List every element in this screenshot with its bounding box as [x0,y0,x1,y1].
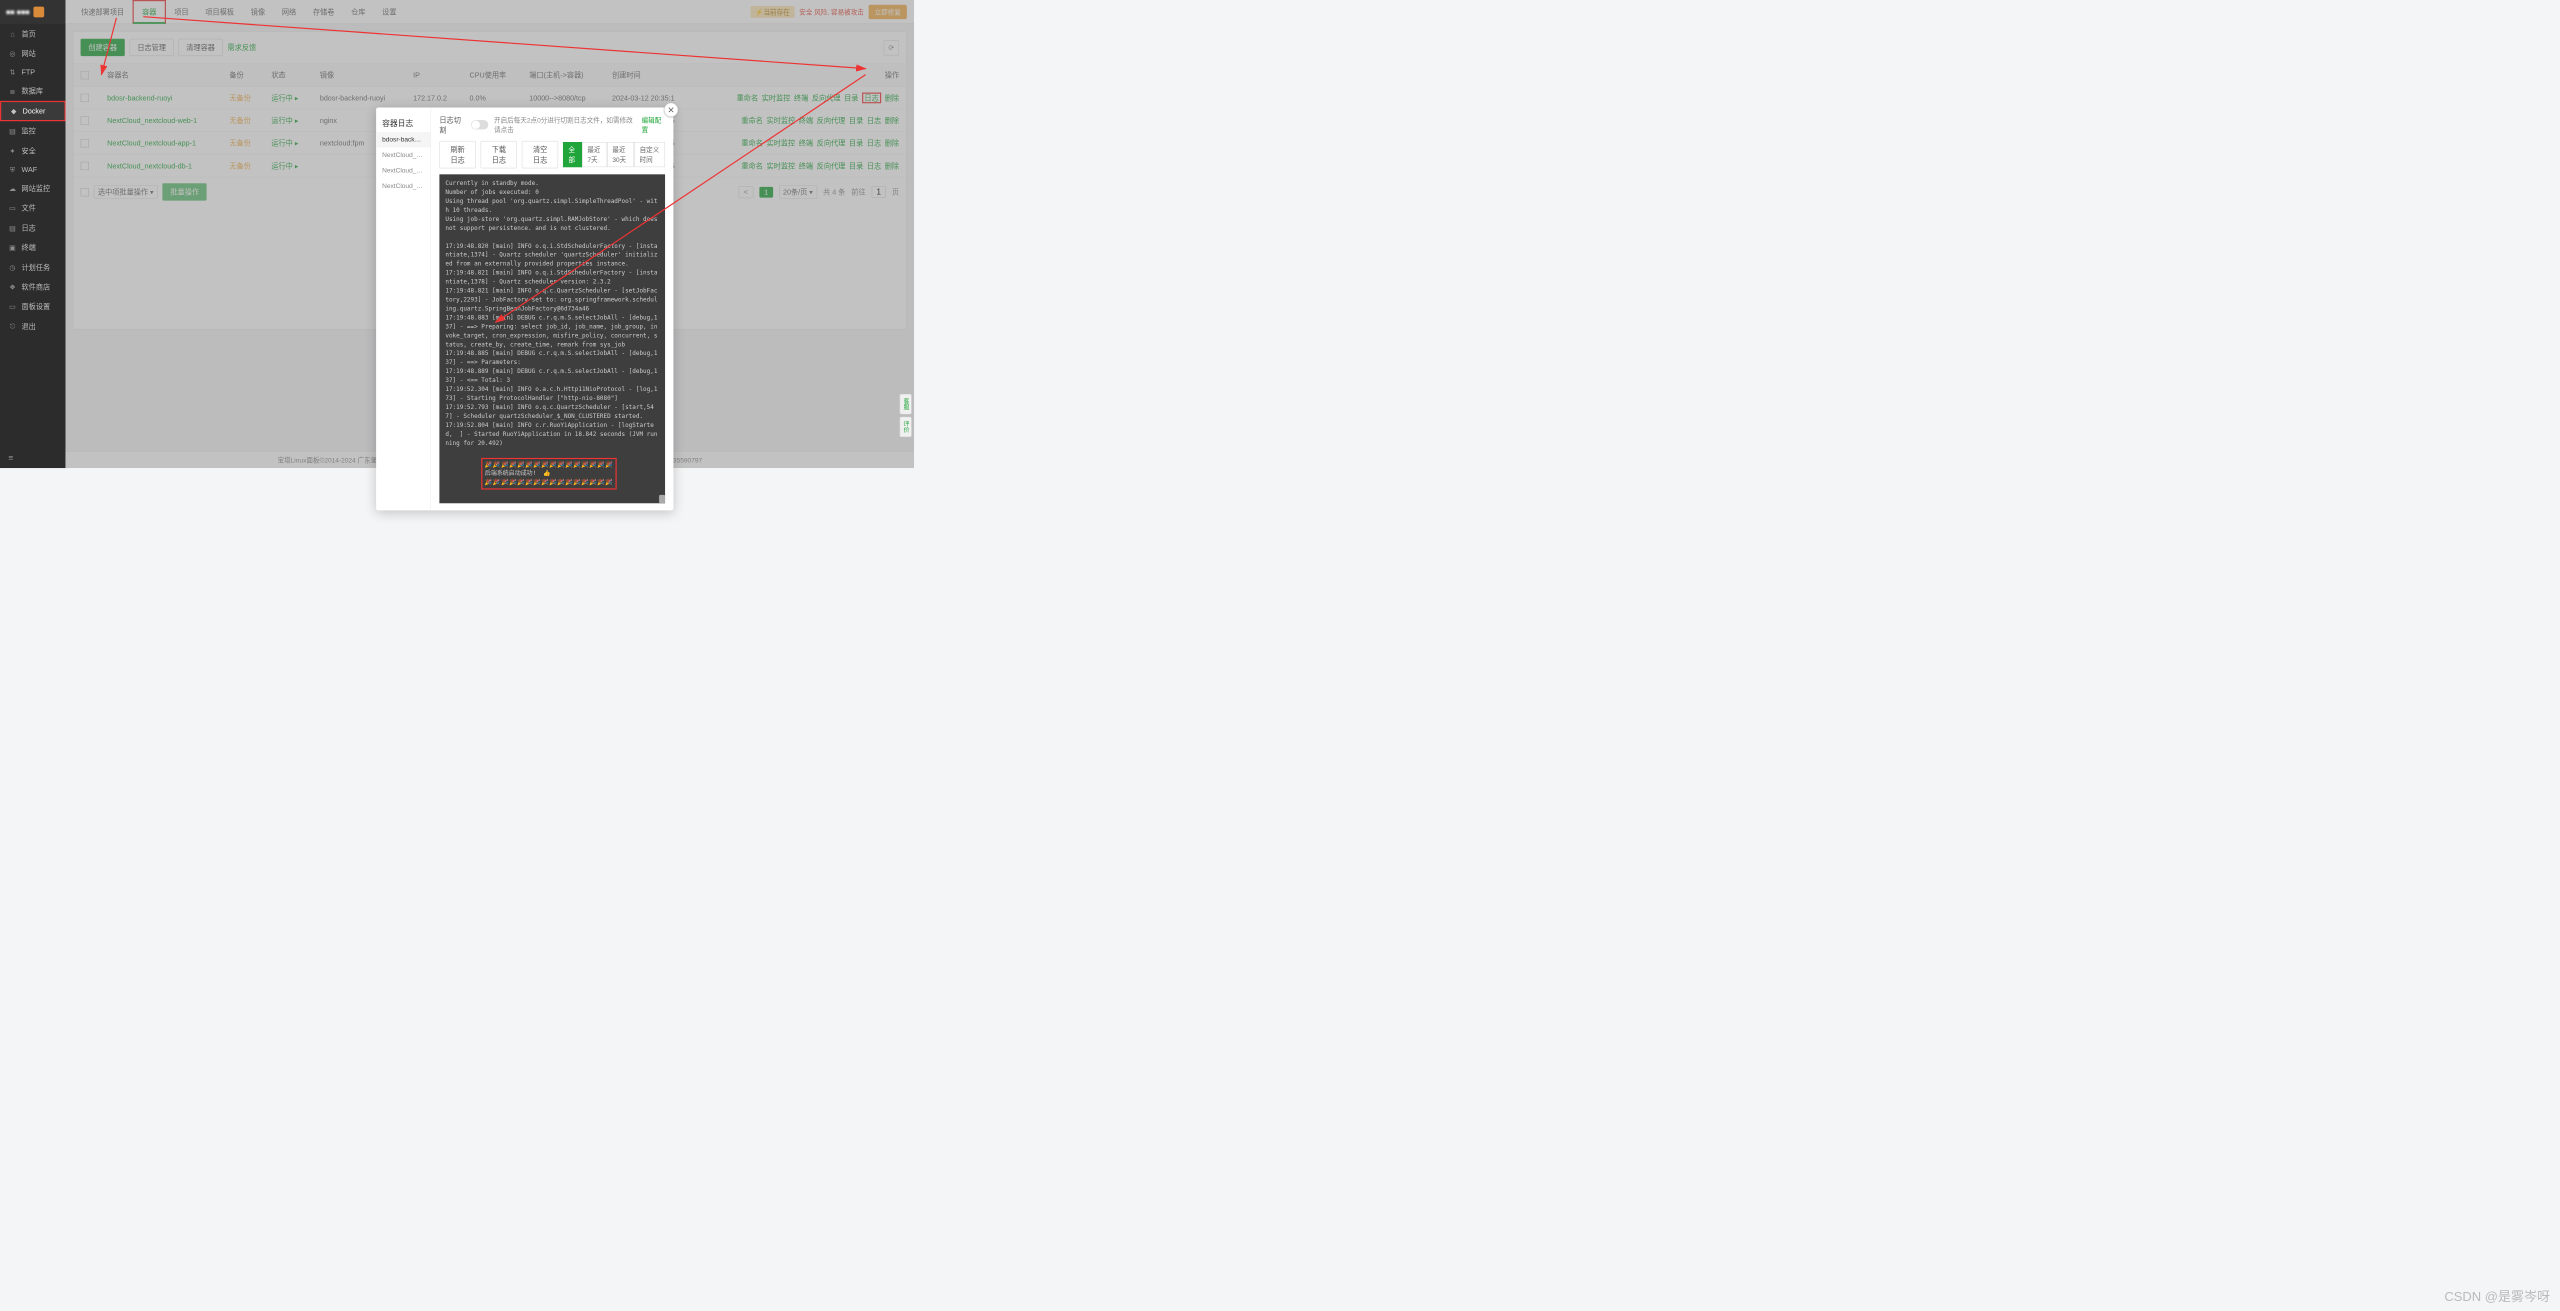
sidebar-item-3[interactable]: ≣ 数据库 [0,81,66,101]
sidebar-item-6[interactable]: ✦ 安全 [0,141,66,161]
sidebar-icon: ⛨ [8,165,16,173]
sidebar-label: 安全 [21,146,35,156]
sidebar-collapse[interactable]: ≡ [0,447,66,468]
sidebar-item-5[interactable]: ▤ 监控 [0,121,66,141]
sidebar-icon: ≣ [8,87,16,95]
sidebar-icon: ◆ [10,107,18,115]
modal-side-item[interactable]: NextCloud_nextclo... [376,163,430,179]
sidebar-label: 监控 [21,126,35,136]
seg-0[interactable]: 全部 [563,142,582,167]
float-service[interactable]: 客服 [900,394,912,414]
log-cut-hint: 开启后每天2点0分进行切割日志文件，如需修改请点击 [494,115,636,134]
sidebar-icon: ❖ [8,283,16,291]
sidebar-label: 网站监控 [21,183,50,193]
sidebar-label: 数据库 [21,86,43,96]
main: 快速部署项目容器项目项目模板镜像网络存储卷仓库设置 ⚡当前存在 安全 风险, 容… [66,0,914,468]
modal-side-item[interactable]: NextCloud_nextclo... [376,179,430,195]
sidebar-item-13[interactable]: ❖ 软件商店 [0,277,66,297]
seg-3[interactable]: 自定义时间 [634,142,665,167]
sidebar-logo: ■■ ■■■ [0,0,66,24]
sidebar-item-12[interactable]: ◷ 计划任务 [0,257,66,277]
sidebar-label: WAF [21,165,37,173]
sidebar-item-2[interactable]: ⇅ FTP [0,63,66,81]
sidebar-label: 终端 [21,242,35,252]
modal-side-item[interactable]: NextCloud_nextclo... [376,147,430,163]
log-cut-label: 日志切割 [439,115,465,135]
sidebar-item-14[interactable]: ▭ 面板设置 [0,297,66,317]
clear-log-button[interactable]: 清空日志 [522,141,558,168]
sidebar-item-10[interactable]: ▤ 日志 [0,218,66,238]
refresh-log-button[interactable]: 刷新日志 [439,141,475,168]
sidebar-label: Docker [23,107,46,115]
sidebar-icon: ◎ [8,49,16,57]
sidebar-icon: ☁ [8,184,16,192]
sidebar-label: 软件商店 [21,282,50,292]
sidebar-label: FTP [21,68,35,76]
sidebar-label: 计划任务 [21,262,50,272]
log-content[interactable]: Currently in standby mode. Number of job… [439,174,665,503]
sidebar-icon: ⌂ [8,30,16,38]
sidebar-icon: ✦ [8,147,16,155]
sidebar-icon: ⇅ [8,68,16,76]
sidebar-item-11[interactable]: ▣ 终端 [0,238,66,258]
logo-icon [33,7,44,18]
sidebar: ■■ ■■■ ⌂ 首页 ◎ 网站 ⇅ FTP ≣ 数据库 ◆ Docker ▤ 监控 ✦ 安全 ⛨ WAF ☁ 网… [0,0,66,468]
close-icon[interactable]: ✕ [664,103,678,117]
sidebar-item-8[interactable]: ☁ 网站监控 [0,179,66,199]
sidebar-icon: ▭ [8,302,16,310]
sidebar-item-9[interactable]: ▭ 文件 [0,198,66,218]
sidebar-icon: ⎋ [8,322,16,330]
sidebar-label: 退出 [21,321,35,331]
log-modal: ✕ 容器日志 bdosr-backend-ruoyiNextCloud_next… [376,107,673,510]
download-log-button[interactable]: 下载日志 [481,141,517,168]
sidebar-label: 面板设置 [21,301,50,311]
sidebar-item-7[interactable]: ⛨ WAF [0,161,66,179]
seg-1[interactable]: 最近7天 [582,142,607,167]
sidebar-item-4[interactable]: ◆ Docker [0,101,66,121]
seg-2[interactable]: 最近30天 [607,142,634,167]
sidebar-label: 网站 [21,48,35,58]
edit-config-link[interactable]: 编辑配置 [642,115,665,134]
watermark: CSDN @是雾岑呀 [2444,1286,2550,1305]
sidebar-label: 文件 [21,203,35,213]
sidebar-item-1[interactable]: ◎ 网站 [0,44,66,64]
modal-side-item[interactable]: bdosr-backend-ruoyi [376,132,430,148]
logo-text: ■■ ■■■ [6,8,30,16]
sidebar-label: 首页 [21,29,35,39]
sidebar-icon: ▭ [8,204,16,212]
log-cut-toggle[interactable] [471,120,488,130]
sidebar-item-15[interactable]: ⎋ 退出 [0,316,66,336]
sidebar-icon: ◷ [8,263,16,271]
success-highlight: 🎉🎉🎉🎉🎉🎉🎉🎉🎉🎉🎉🎉🎉🎉🎉🎉后端系统启动成功! 👍🎉🎉🎉🎉🎉🎉🎉🎉🎉🎉🎉🎉🎉… [481,458,617,490]
float-rate[interactable]: 评价 [900,417,912,437]
sidebar-label: 日志 [21,223,35,233]
sidebar-icon: ▤ [8,224,16,232]
scroll-thumb[interactable] [659,495,665,503]
sidebar-icon: ▣ [8,243,16,251]
sidebar-item-0[interactable]: ⌂ 首页 [0,24,66,44]
modal-title: 容器日志 [376,113,430,132]
sidebar-icon: ▤ [8,127,16,135]
